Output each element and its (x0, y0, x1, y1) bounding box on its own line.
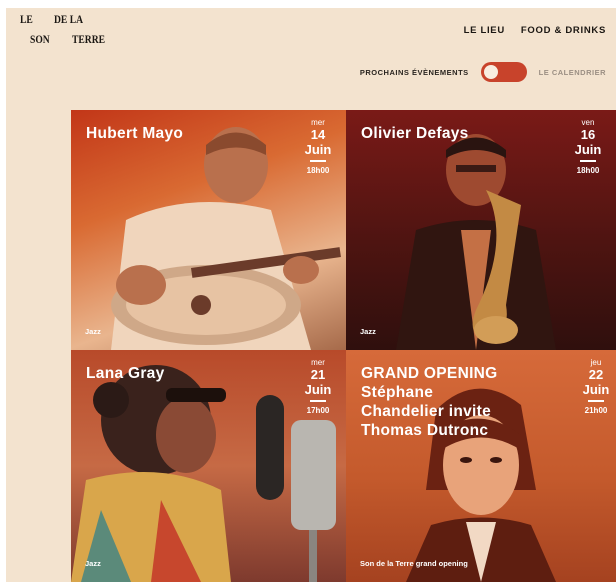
event-genre-tag: Jazz (85, 327, 101, 336)
event-date: ven 16 Juin 18h00 (568, 118, 608, 175)
event-day-number: 16 (580, 127, 596, 142)
event-genre-tag: Son de la Terre grand opening (360, 559, 468, 568)
site-logo[interactable]: LE DE LA SON TERRE (20, 12, 120, 54)
nav-food-drinks[interactable]: FOOD & DRINKS (521, 25, 606, 36)
event-title-line: GRAND OPENING (361, 365, 498, 382)
event-genre-tag: Jazz (85, 559, 101, 568)
date-divider (588, 400, 604, 402)
event-weekday: ven (581, 118, 595, 127)
event-title: Hubert Mayo (86, 125, 184, 142)
toggle-label-calendrier[interactable]: LE CALENDRIER (539, 68, 606, 77)
logo-word-son: SON (30, 32, 50, 46)
event-weekday: mer (311, 358, 325, 367)
event-time: 18h00 (576, 165, 600, 175)
event-title: Olivier Defays (361, 125, 469, 142)
switch-knob (483, 65, 498, 79)
event-weekday: jeu (590, 358, 602, 367)
event-date: jeu 22 Juin 21h00 (576, 358, 616, 415)
event-title-lines: GRAND OPENING Stéphane Chandelier invite… (361, 364, 498, 440)
event-time: 17h00 (306, 405, 330, 415)
view-toggle: PROCHAINS ÉVÈNEMENTS LE CALENDRIER (360, 62, 606, 82)
event-day-number: 14 (310, 127, 326, 142)
logo-word-le: LE (20, 12, 33, 26)
date-divider (310, 160, 326, 162)
event-date: mer 21 Juin 17h00 (298, 358, 338, 415)
event-card-hubert-mayo[interactable]: Hubert Mayo mer 14 Juin 18h00 Jazz (71, 110, 346, 350)
event-date: mer 14 Juin 18h00 (298, 118, 338, 175)
event-time: 21h00 (584, 405, 608, 415)
event-month: Juin (582, 382, 610, 397)
logo-word-de-la: DE LA (54, 12, 84, 26)
toggle-label-prochains[interactable]: PROCHAINS ÉVÈNEMENTS (360, 68, 469, 77)
nav-le-lieu[interactable]: LE LIEU (464, 25, 505, 36)
event-genre-tag: Jazz (360, 327, 376, 336)
event-month: Juin (574, 142, 602, 157)
view-switch[interactable] (480, 62, 527, 82)
main-nav: LE LIEU FOOD & DRINKS (464, 25, 606, 36)
date-divider (310, 400, 326, 402)
event-title-line: Stéphane (361, 384, 434, 401)
event-time: 18h00 (306, 165, 330, 175)
date-divider (580, 160, 596, 162)
event-month: Juin (304, 142, 332, 157)
event-month: Juin (304, 382, 332, 397)
event-card-olivier-defays[interactable]: Olivier Defays ven 16 Juin 18h00 Jazz (346, 110, 616, 350)
event-title-line: Thomas Dutronc (361, 422, 489, 439)
window-top-edge (0, 0, 616, 8)
event-weekday: mer (311, 118, 325, 127)
event-card-grand-opening[interactable]: GRAND OPENING Stéphane Chandelier invite… (346, 350, 616, 582)
event-day-number: 22 (588, 367, 604, 382)
event-day-number: 21 (310, 367, 326, 382)
events-grid: Hubert Mayo mer 14 Juin 18h00 Jazz Olivi… (71, 110, 616, 582)
event-card-lana-gray[interactable]: Lana Gray mer 21 Juin 17h00 Jazz (71, 350, 346, 582)
event-title-line: Chandelier invite (361, 403, 491, 420)
window-left-edge (0, 0, 6, 582)
logo-word-terre: TERRE (72, 32, 106, 46)
event-title: Lana Gray (86, 365, 165, 382)
